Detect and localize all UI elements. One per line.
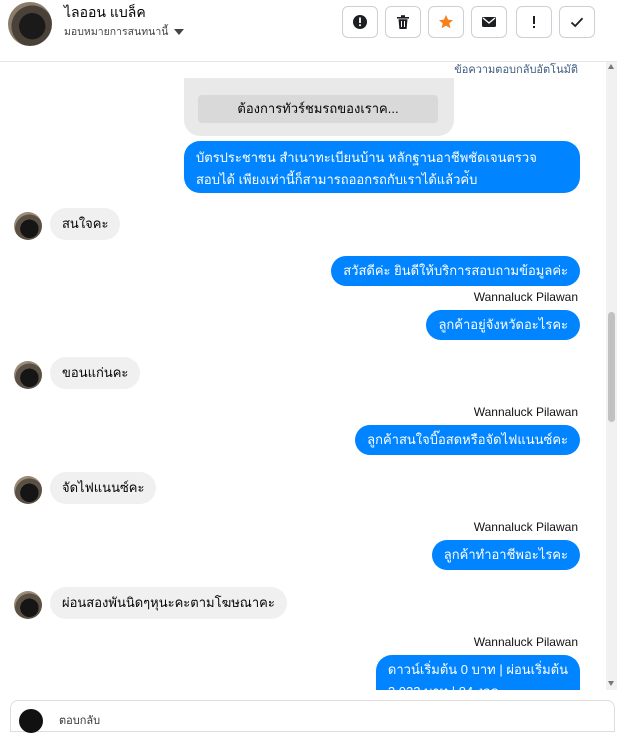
outgoing-message[interactable]: ดาวน์เริ่มต้น 0 บาท | ผ่อนเริ่มต้น 2,022… [375,655,580,690]
message-line: บัตรประชาชน สำเนาทะเบียนบ้าน หลักฐานอาชี… [196,150,537,165]
contact-avatar-small[interactable] [14,212,42,240]
sender-name: Wannaluck Pilawan [473,405,578,419]
scroll-up-arrow-icon[interactable] [608,64,614,69]
incoming-message[interactable]: จัดไฟแนนซ์คะ [50,472,157,504]
outgoing-message[interactable]: บัตรประชาชน สำเนาทะเบียนบ้าน หลักฐานอาชี… [184,141,580,193]
incoming-message[interactable]: ขอนแก่นคะ [50,357,141,389]
reply-composer[interactable]: ตอบกลับ [10,700,615,733]
star-icon [439,15,453,29]
done-button[interactable] [559,6,595,38]
composer-placeholder[interactable]: ตอบกลับ [59,711,100,729]
quick-reply-card: ต้องการทัวร์ชมรถของเราค... [184,78,454,136]
assign-conversation-dropdown[interactable]: มอบหมายการสนทนานี้ [64,23,185,40]
conversation-header: ไลออน แบล็ค มอบหมายการสนทนานี้ [0,0,617,62]
message-thread[interactable]: ข้อความตอบกลับอัตโนมัติ ต้องการทัวร์ชมรถ… [0,62,608,690]
auto-reply-label: ข้อความตอบกลับอัตโนมัติ [454,64,578,76]
incoming-message[interactable]: ผ่อนสองพันนิดๆหุนะคะตามโฆษณาคะ [50,587,287,619]
outgoing-message[interactable]: ลูกค้าสนใจบิ๊อสดหรือจัดไฟแนนซ์คะ [355,425,580,455]
check-icon [570,17,584,28]
thread-scrollbar[interactable] [606,62,617,690]
report-button[interactable] [342,6,378,38]
mark-unread-button[interactable] [471,6,507,38]
scroll-down-arrow-icon[interactable] [608,681,614,686]
delete-button[interactable] [385,6,421,38]
contact-avatar-small[interactable] [14,591,42,619]
sender-name: Wannaluck Pilawan [473,520,578,534]
outgoing-message[interactable]: สวัสดีค่ะ ยินดีให้บริการสอบถามข้อมูลค่ะ [331,256,580,286]
contact-avatar-small[interactable] [14,476,42,504]
chevron-down-icon [174,28,185,35]
sender-name: Wannaluck Pilawan [473,635,578,649]
scrollbar-thumb[interactable] [608,312,615,422]
message-line: ดาวน์เริ่มต้น 0 บาท | ผ่อนเริ่มต้น [387,662,568,677]
contact-name[interactable]: ไลออน แบล็ค [64,2,146,24]
envelope-icon [482,17,496,27]
trash-icon [397,15,409,29]
contact-avatar[interactable] [8,2,52,46]
important-button[interactable] [516,6,552,38]
quick-reply-button[interactable]: ต้องการทัวร์ชมรถของเราค... [198,95,438,123]
star-button[interactable] [428,6,464,38]
outgoing-message[interactable]: ลูกค้าทำอาชีพอะไรคะ [431,540,580,570]
assign-label: มอบหมายการสนทนานี้ [64,26,169,38]
incoming-message[interactable]: สนใจคะ [50,208,121,240]
contact-avatar-small[interactable] [14,361,42,389]
exclamation-icon [533,16,535,28]
alert-circle-icon [353,15,367,29]
page-avatar [19,709,43,733]
message-line: 2,022 บาท | 84 งวด [388,681,568,690]
message-line: สอบได้ เพียงเท่านี้ก็สามารถออกรถกับเราได… [196,172,478,187]
sender-name: Wannaluck Pilawan [473,290,578,304]
outgoing-message[interactable]: ลูกค้าอยู่จังหวัดอะไรคะ [426,310,580,340]
